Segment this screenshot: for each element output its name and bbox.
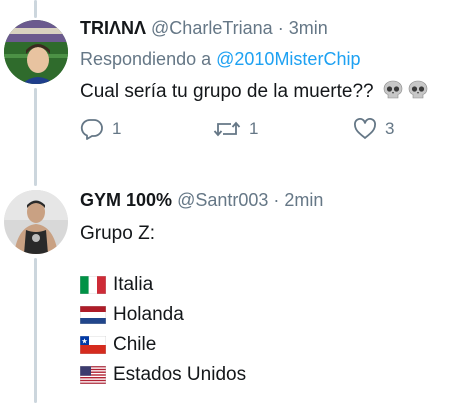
tweet-text: Cual sería tu grupo de la muerte?? (80, 78, 456, 110)
author-handle[interactable]: @CharleTriana (151, 18, 273, 38)
tweet-time[interactable]: · 3min (278, 18, 328, 38)
avatar-charletriana[interactable] (4, 20, 68, 84)
reply-icon (80, 119, 103, 140)
reply-prefix: Respondiendo a (80, 49, 212, 69)
tweet-text: Grupo Z: (80, 223, 155, 244)
team-name: Holanda (113, 304, 184, 325)
reply-mention-link[interactable]: @2010MisterChip (216, 49, 360, 69)
reply-count: 1 (112, 119, 122, 138)
tweet-1-actions: 1 1 3 (80, 118, 420, 148)
list-item: Chile (79, 330, 456, 360)
retweet-count: 1 (249, 119, 259, 138)
tweet-1[interactable]: TRIΛNΛ @CharleTriana · 3min Respondiendo… (80, 16, 456, 110)
reply-context: Respondiendo a @2010MisterChip (80, 46, 456, 72)
author-name[interactable]: TRIΛNΛ (80, 18, 146, 38)
team-name: Estados Unidos (113, 364, 247, 385)
flag-netherlands-icon (79, 305, 107, 325)
team-name: Chile (113, 334, 157, 355)
heart-icon (354, 118, 376, 139)
tweet-2-header: GYM 100% @Santr003 · 2min (80, 188, 456, 212)
thread-line-bottom (34, 258, 37, 403)
like-button[interactable]: 3 (353, 118, 394, 140)
tweet-time[interactable]: · 2min (273, 190, 323, 210)
thread-line-middle (34, 88, 37, 186)
tweet-1-header: TRIΛNΛ @CharleTriana · 3min (80, 16, 456, 40)
list-item: Estados Unidos (79, 360, 456, 390)
flag-chile-icon (79, 335, 107, 355)
reply-button[interactable]: 1 (80, 118, 121, 140)
like-count: 3 (385, 119, 395, 138)
team-name: Italia (113, 274, 154, 295)
author-name[interactable]: GYM 100% (80, 190, 172, 210)
thread-line-top (34, 0, 37, 18)
skull-emoji-icon (382, 79, 404, 110)
team-list: Italia Holanda Chile Estados Unidos (79, 270, 456, 390)
author-handle[interactable]: @Santr003 (177, 190, 268, 210)
avatar-santr003[interactable] (4, 190, 68, 254)
tweet-text-content: Cual sería tu grupo de la muerte?? (80, 81, 374, 102)
flag-italy-icon (79, 275, 107, 295)
tweet-2[interactable]: GYM 100% @Santr003 · 2min Grupo Z: Itali… (79, 188, 456, 390)
retweet-icon (213, 121, 241, 137)
skull-emoji-icon (407, 79, 429, 110)
list-item: Italia (79, 270, 456, 300)
retweet-button[interactable]: 1 (213, 118, 258, 140)
list-item: Holanda (79, 300, 456, 330)
flag-usa-icon (79, 365, 107, 385)
